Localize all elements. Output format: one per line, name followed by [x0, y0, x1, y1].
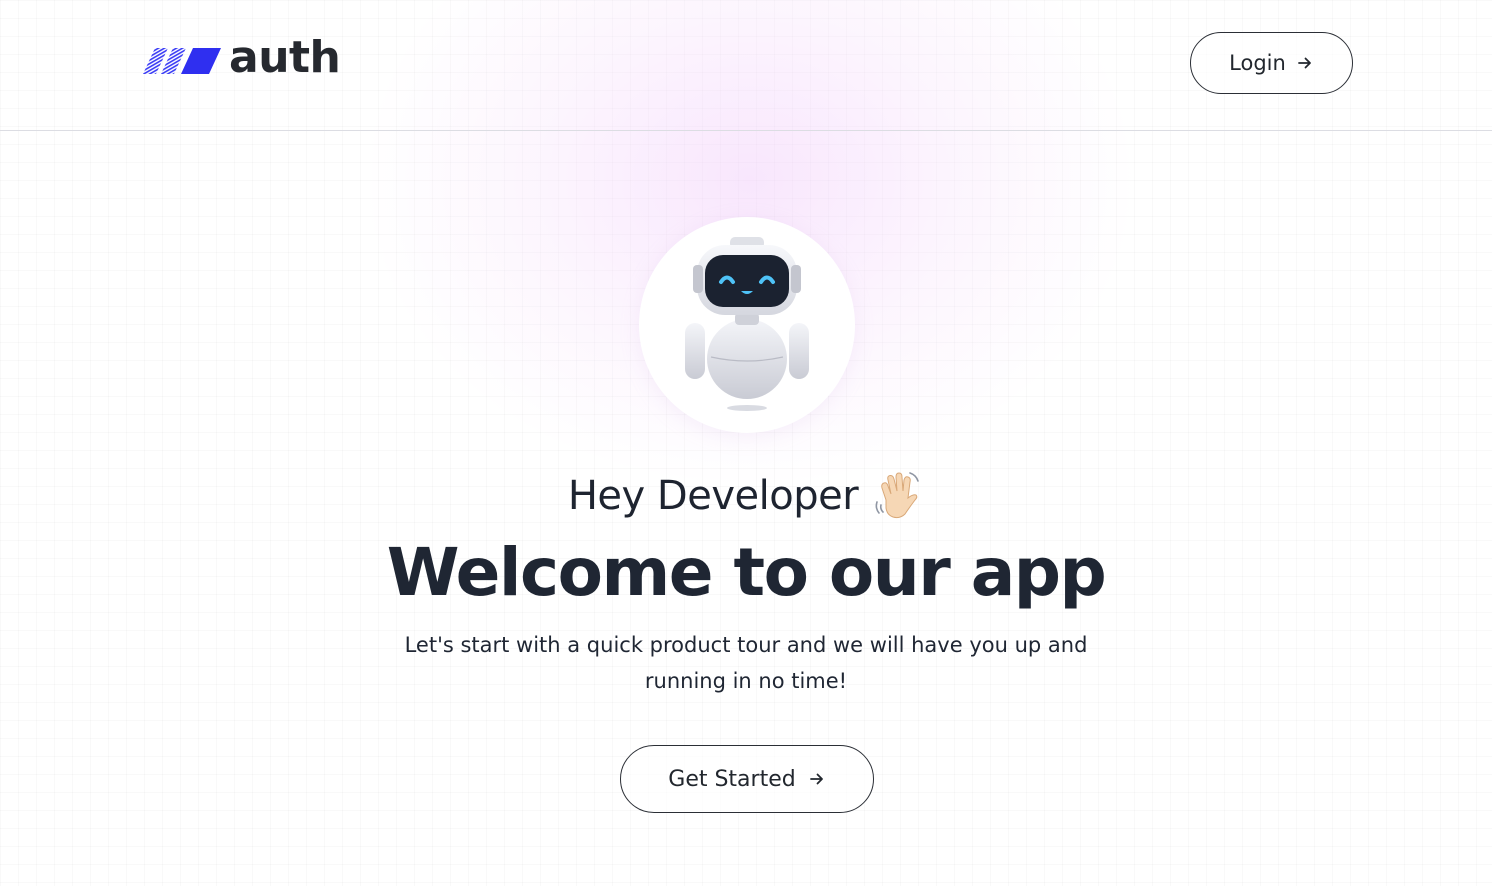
arrow-right-icon	[1297, 57, 1311, 69]
arrow-right-icon	[809, 773, 823, 785]
top-navbar: auth Login	[0, 0, 1492, 131]
slanted-bars-logo-icon	[143, 48, 221, 74]
brand-logo[interactable]: auth	[141, 36, 341, 80]
get-started-button[interactable]: Get Started	[620, 745, 874, 813]
robot-avatar	[639, 217, 855, 433]
brand-name: auth	[229, 32, 341, 83]
login-button-label: Login	[1229, 51, 1286, 75]
page-title: Welcome to our app	[386, 534, 1107, 611]
greeting: Hey Developer	[0, 470, 1492, 522]
login-button[interactable]: Login	[1190, 32, 1353, 94]
robot-icon	[685, 237, 809, 411]
get-started-label: Get Started	[668, 766, 796, 792]
waving-hand-icon	[875, 472, 919, 519]
intro-description: Let's start with a quick product tour an…	[404, 633, 1088, 693]
greeting-text: Hey Developer	[567, 473, 859, 519]
